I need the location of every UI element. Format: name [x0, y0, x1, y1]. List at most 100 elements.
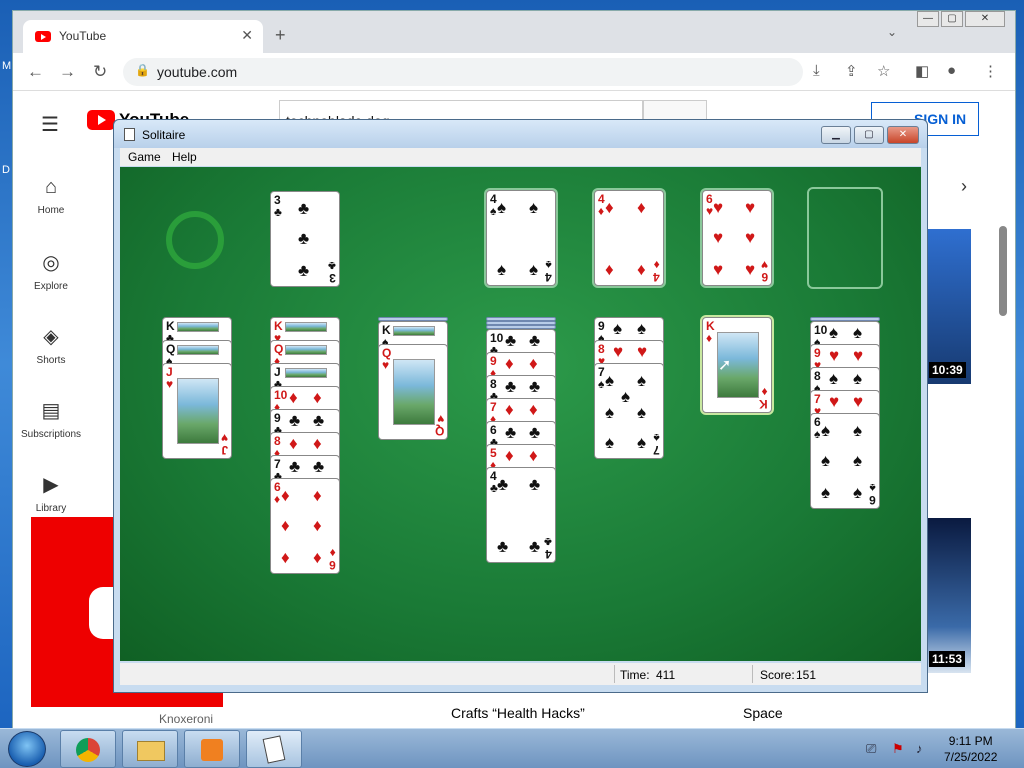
nav-explore[interactable]: ◎ Explore — [13, 250, 89, 292]
nav-home[interactable]: ⌂ Home — [13, 176, 89, 216]
close-button[interactable]: ✕ — [887, 126, 919, 144]
card-pip: ♥ — [853, 346, 864, 365]
clock-date: 7/25/2022 — [944, 750, 998, 764]
card-rank: J ♥ — [220, 431, 228, 457]
card-pip: ♦ — [313, 434, 322, 453]
chevron-right-icon[interactable]: › — [961, 176, 967, 197]
close-button[interactable]: ✕ — [965, 11, 1005, 27]
address-bar[interactable]: 🔒 youtube.com — [123, 58, 803, 86]
card-suit-text: ♣ — [274, 205, 282, 219]
menu-icon[interactable]: ⋮ — [983, 62, 998, 80]
system-clock[interactable]: 9:11 PM 7/25/2022 — [944, 733, 997, 765]
card-pip: ♦ — [605, 198, 614, 217]
video-title[interactable]: Crafts “Health Hacks” — [451, 705, 585, 721]
youtube-logo-icon[interactable] — [87, 110, 115, 130]
network-icon[interactable]: ⎚ — [866, 741, 876, 757]
nav-shorts[interactable]: ◈ Shorts — [13, 324, 89, 366]
playing-card[interactable]: 6 ♠ ♠ ♠ ♠ ♠ ♠ ♠ 6 ♠ — [810, 413, 880, 509]
sidepanel-icon[interactable]: ◧ — [915, 62, 929, 80]
maximize-button[interactable]: ▢ — [854, 126, 884, 144]
face-card-art — [285, 322, 327, 332]
score-label: Score: — [760, 668, 795, 682]
chrome-logo — [76, 738, 100, 762]
hamburger-icon[interactable]: ☰ — [41, 112, 59, 137]
game-board[interactable]: 3 ♣ ♣ ♣ ♣ 3 ♣ 4 ♠ ♠ ♠ ♠ ♠ 4 ♠ 4 ♦ ♦ ♦ ♦ ♦ 4 ♦ 6 ♥ ♥ ♥ ♥ ♥ ♥ ♥ 6 ♥ K… — [120, 167, 921, 661]
tab-search-icon[interactable]: ⌄ — [887, 25, 897, 39]
status-bar: Time: 411 Score: 151 — [120, 663, 921, 685]
card-pip: ♥ — [613, 342, 624, 361]
card-pip: ♠ — [829, 369, 839, 388]
nav-library[interactable]: ▶ Library — [13, 472, 89, 514]
solitaire-icon[interactable] — [246, 730, 302, 768]
playing-card[interactable]: 7 ♠ ♠ ♠ ♠ ♠ ♠ ♠ ♠ 7 ♠ — [594, 363, 664, 459]
solitaire-app-icon — [124, 128, 135, 141]
card-pip: ♠ — [637, 433, 647, 452]
card-pip: ♠ — [529, 198, 539, 217]
card-pip: ♠ — [613, 319, 623, 338]
solitaire-window: Solitaire ▁ ▢ ✕ Game Help 3 ♣ ♣ ♣ ♣ 3 ♣ 4 ♠… — [113, 119, 928, 693]
star-icon[interactable]: ☆ — [877, 62, 890, 80]
card-pip: ♠ — [605, 371, 615, 390]
card-rank: 4 ♦ — [653, 258, 660, 284]
card-pip: ♣ — [529, 377, 541, 396]
explorer-icon[interactable] — [122, 730, 178, 768]
card-pip: ♣ — [529, 331, 541, 350]
minimize-button[interactable]: — — [917, 11, 939, 27]
card-pip: ♣ — [505, 423, 517, 442]
playing-card[interactable]: Q ♥ Q ♥ — [378, 344, 448, 440]
playing-card[interactable]: 6 ♦ ♦ ♦ ♦ ♦ ♦ ♦ 6 ♦ — [270, 478, 340, 574]
playing-card[interactable]: J ♥ J ♥ — [162, 363, 232, 459]
stock-recycle-icon[interactable] — [166, 211, 224, 269]
reload-icon[interactable]: ↻ — [93, 62, 107, 82]
volume-icon[interactable]: ♪ — [916, 741, 923, 756]
media-shape — [201, 739, 223, 761]
forward-icon[interactable]: → — [59, 62, 76, 82]
chrome-icon[interactable] — [60, 730, 116, 768]
minimize-button[interactable]: ▁ — [821, 126, 851, 144]
maximize-button[interactable]: ▢ — [941, 11, 963, 27]
tab-youtube[interactable]: YouTube ✕ — [23, 20, 263, 53]
scrollbar[interactable] — [999, 226, 1007, 316]
new-tab-button[interactable]: + — [275, 25, 286, 46]
playing-card[interactable]: 4 ♣ ♣ ♣ ♣ ♣ 4 ♣ — [486, 467, 556, 563]
solitaire-titlebar[interactable]: Solitaire ▁ ▢ ✕ — [114, 120, 927, 148]
foundation-card[interactable]: 4 ♦ ♦ ♦ ♦ ♦ 4 ♦ — [594, 190, 664, 286]
foundation-card[interactable]: 6 ♥ ♥ ♥ ♥ ♥ ♥ ♥ 6 ♥ — [702, 190, 772, 286]
waste-card[interactable]: 3 ♣ ♣ ♣ ♣ 3 ♣ — [270, 191, 340, 287]
nav-subscriptions[interactable]: ▤ Subscriptions — [13, 398, 89, 440]
menu-help[interactable]: Help — [172, 150, 197, 164]
tab-close-icon[interactable]: ✕ — [241, 27, 253, 44]
profile-icon[interactable]: ● — [947, 62, 956, 79]
card-pip: ♠ — [637, 403, 647, 422]
face-card-art — [177, 322, 219, 332]
flag-icon[interactable]: ⚑ — [892, 741, 904, 757]
channel-name[interactable]: Knoxeroni — [159, 712, 213, 726]
card-rank-text: 3 — [329, 271, 336, 285]
share-icon[interactable]: ⇪ — [845, 62, 858, 80]
card-pip: ♠ — [821, 451, 831, 470]
browser-toolbar: ← → ↻ 🔒 youtube.com ⤓ ⇪ ☆ ◧ ● ⋮ — [13, 53, 1015, 91]
card-pip: ♣ — [529, 423, 541, 442]
install-icon[interactable]: ⤓ — [813, 62, 820, 79]
face-card-art — [177, 345, 219, 355]
divider — [614, 665, 615, 683]
card-pip: ♦ — [313, 486, 322, 505]
duration-badge: 11:53 — [929, 651, 966, 667]
card-pip: ♠ — [829, 323, 839, 342]
card-pip: ♠ — [637, 371, 647, 390]
desktop-letter: M — [2, 60, 12, 72]
video-title[interactable]: Space — [743, 705, 783, 721]
card-pip: ♥ — [745, 228, 756, 247]
media-player-icon[interactable] — [184, 730, 240, 768]
foundation-empty-slot[interactable] — [807, 187, 883, 289]
menu-game[interactable]: Game — [128, 150, 161, 164]
nav-label: Subscriptions — [20, 429, 82, 440]
back-icon[interactable]: ← — [27, 62, 44, 82]
subscriptions-icon: ▤ — [41, 400, 61, 422]
card-pip: ♥ — [713, 198, 724, 217]
start-button[interactable] — [8, 731, 46, 767]
playing-card[interactable]: K ♦ K ♦ — [702, 317, 772, 413]
card-pip: ♣ — [505, 377, 517, 396]
foundation-card[interactable]: 4 ♠ ♠ ♠ ♠ ♠ 4 ♠ — [486, 190, 556, 286]
card-rank: K ♦ — [759, 385, 768, 411]
